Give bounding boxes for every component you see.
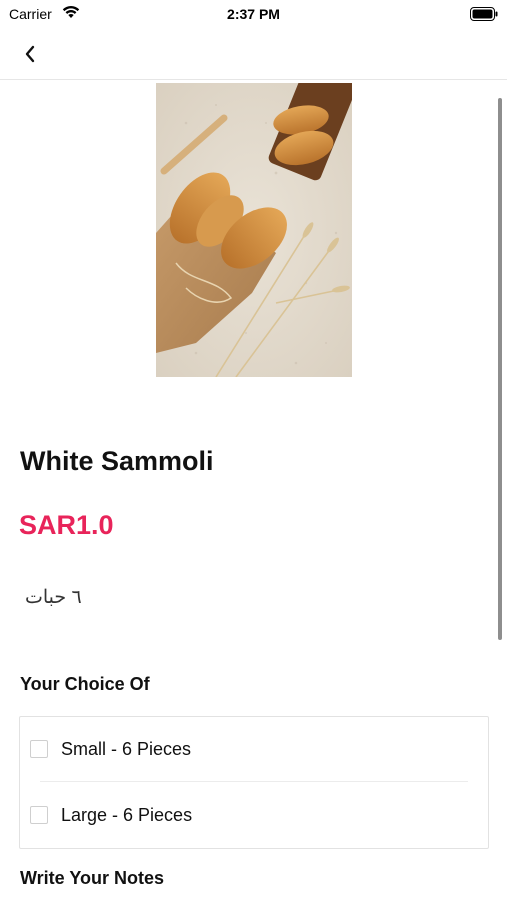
scroll-indicator xyxy=(498,98,502,640)
choice-options: Small - 6 Pieces Large - 6 Pieces xyxy=(19,716,489,849)
battery-icon xyxy=(470,7,498,21)
notes-heading: Write Your Notes xyxy=(20,868,165,888)
status-bar: Carrier 2:37 PM xyxy=(0,0,507,28)
option-large-checkbox[interactable] xyxy=(30,806,48,824)
option-divider xyxy=(40,781,468,782)
option-large-label: Large - 6 Pieces xyxy=(61,804,193,825)
product-price: SAR1.0 xyxy=(19,510,114,540)
navigation-bar xyxy=(0,28,507,80)
choice-heading: Your Choice Of xyxy=(20,674,150,694)
option-small[interactable]: Small - 6 Pieces xyxy=(20,727,488,771)
status-time: 2:37 PM xyxy=(227,6,280,22)
chevron-left-icon xyxy=(25,45,35,63)
option-large[interactable]: Large - 6 Pieces xyxy=(20,793,488,837)
option-small-checkbox[interactable] xyxy=(30,740,48,758)
product-description: ٦ حبات xyxy=(25,587,82,608)
product-image xyxy=(156,83,352,377)
product-title: White Sammoli xyxy=(20,446,214,476)
option-small-label: Small - 6 Pieces xyxy=(61,738,192,759)
back-button[interactable] xyxy=(16,40,44,68)
